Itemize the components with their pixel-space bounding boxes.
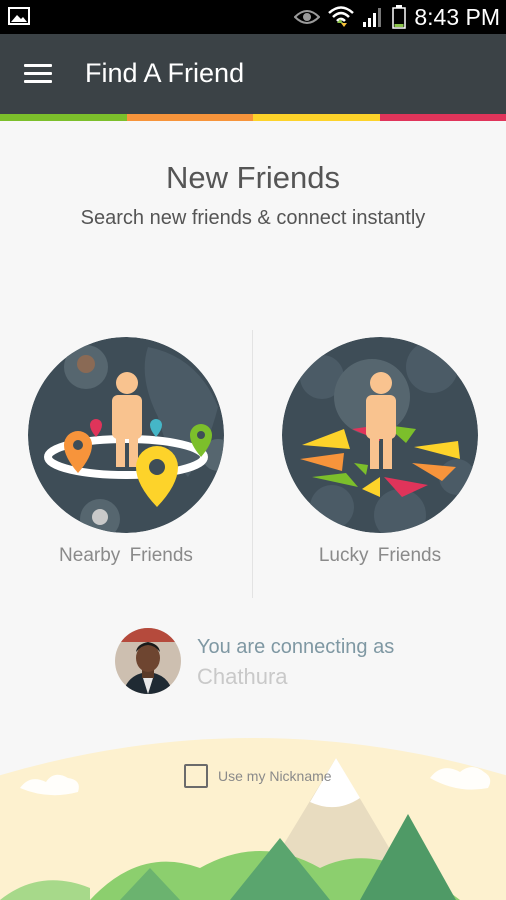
nearby-friends-label: Nearby Friends — [59, 545, 193, 566]
user-avatar — [115, 628, 181, 694]
nearby-friends-button[interactable]: Nearby Friends — [28, 337, 224, 566]
status-bar: 8:43 PM — [0, 0, 506, 34]
wifi-icon — [328, 6, 355, 27]
battery-icon — [392, 5, 407, 29]
page-subtitle: Search new friends & connect instantly — [80, 207, 426, 229]
nickname-option: Use my Nickname — [184, 764, 332, 788]
lucky-friends-button[interactable]: Lucky Friends — [282, 337, 478, 566]
image-icon — [8, 7, 30, 25]
signal-icon — [363, 8, 382, 27]
landscape-background — [0, 738, 506, 900]
status-time: 8:43 PM — [414, 3, 500, 30]
app-title: Find A Friend — [85, 58, 245, 88]
nickname-label: Use my Nickname — [218, 768, 332, 784]
user-name: Chathura — [197, 664, 288, 689]
lucky-friends-illustration — [282, 337, 478, 533]
nickname-checkbox[interactable] — [184, 764, 208, 788]
connecting-as-label: You are connecting as — [197, 636, 395, 658]
eye-icon — [294, 10, 321, 24]
accent-stripes — [0, 114, 506, 121]
app-bar: Find A Friend — [0, 34, 506, 114]
hamburger-menu-icon[interactable] — [24, 64, 52, 84]
lucky-friends-label: Lucky Friends — [318, 545, 442, 566]
nearby-friends-illustration — [28, 337, 224, 533]
page-title: New Friends — [166, 160, 340, 195]
